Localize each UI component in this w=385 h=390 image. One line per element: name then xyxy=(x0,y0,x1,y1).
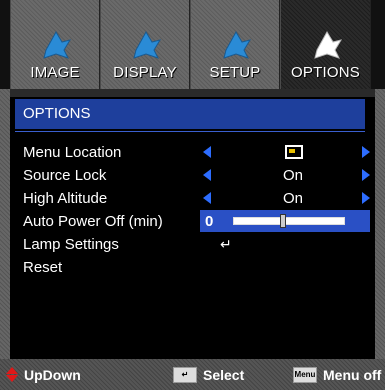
hint-select: ↵ Select xyxy=(173,367,244,383)
arrow-left-icon[interactable] xyxy=(203,146,211,158)
menu-item-value: 0 xyxy=(205,213,214,230)
arrow-right-icon[interactable] xyxy=(362,146,370,158)
tab-options[interactable]: OPTIONS xyxy=(280,0,371,89)
tab-label: SETUP xyxy=(209,64,261,81)
panel-border xyxy=(0,89,385,97)
hint-label: Menu off xyxy=(323,367,382,383)
star-icon xyxy=(43,31,72,59)
menu-item-label: Source Lock xyxy=(23,167,107,184)
menu-item-source-lock[interactable]: Source Lock On xyxy=(15,164,370,186)
section-title: OPTIONS xyxy=(23,105,91,122)
star-icon xyxy=(133,31,162,59)
monitor-icon xyxy=(285,145,303,159)
menu-item-label: High Altitude xyxy=(23,190,108,207)
tab-bar: IMAGE DISPLAY SETUP OPTIONS xyxy=(0,0,385,89)
arrow-left-icon[interactable] xyxy=(203,169,211,181)
updown-icon xyxy=(6,367,18,383)
menu-item-value: On xyxy=(282,167,303,184)
section-header: OPTIONS xyxy=(15,99,365,129)
hint-label: UpDown xyxy=(24,367,81,383)
tab-setup[interactable]: SETUP xyxy=(190,0,280,89)
enter-icon: ↵ xyxy=(220,236,232,252)
menu-item-reset[interactable]: Reset xyxy=(15,256,370,278)
arrow-right-icon[interactable] xyxy=(362,169,370,181)
tab-image[interactable]: IMAGE xyxy=(10,0,100,89)
enter-key-icon: ↵ xyxy=(173,367,197,383)
panel-border xyxy=(375,89,385,359)
menu-item-high-altitude[interactable]: High Altitude On xyxy=(15,187,370,209)
hint-updown: UpDown xyxy=(6,367,81,383)
hint-label: Select xyxy=(203,367,245,383)
divider xyxy=(15,131,365,132)
tab-label: IMAGE xyxy=(30,64,80,81)
tab-label: DISPLAY xyxy=(113,64,177,81)
panel-border xyxy=(0,89,10,359)
hint-menu-off: Menu Menu off xyxy=(293,367,381,383)
auto-power-off-slider[interactable] xyxy=(233,217,345,225)
star-icon xyxy=(223,31,252,59)
tab-display[interactable]: DISPLAY xyxy=(100,0,190,89)
menu-item-lamp-settings[interactable]: Lamp Settings ↵ xyxy=(15,233,370,255)
slider-thumb[interactable] xyxy=(280,214,287,228)
menu-item-label: Menu Location xyxy=(23,144,122,161)
menu-item-auto-power-off[interactable]: Auto Power Off (min) 0 xyxy=(15,210,370,232)
menu-item-label: Reset xyxy=(23,259,63,276)
tab-label: OPTIONS xyxy=(291,64,360,81)
menu-item-value: On xyxy=(282,190,303,207)
help-bar: UpDown ↵ Select Menu Menu off xyxy=(0,359,385,390)
arrow-right-icon[interactable] xyxy=(362,192,370,204)
star-icon xyxy=(313,31,342,59)
menu-key-icon: Menu xyxy=(293,367,317,383)
menu-item-label: Auto Power Off (min) xyxy=(23,213,163,230)
arrow-left-icon[interactable] xyxy=(203,192,211,204)
menu-item-label: Lamp Settings xyxy=(23,236,119,253)
menu-item-menu-location[interactable]: Menu Location xyxy=(15,141,370,163)
